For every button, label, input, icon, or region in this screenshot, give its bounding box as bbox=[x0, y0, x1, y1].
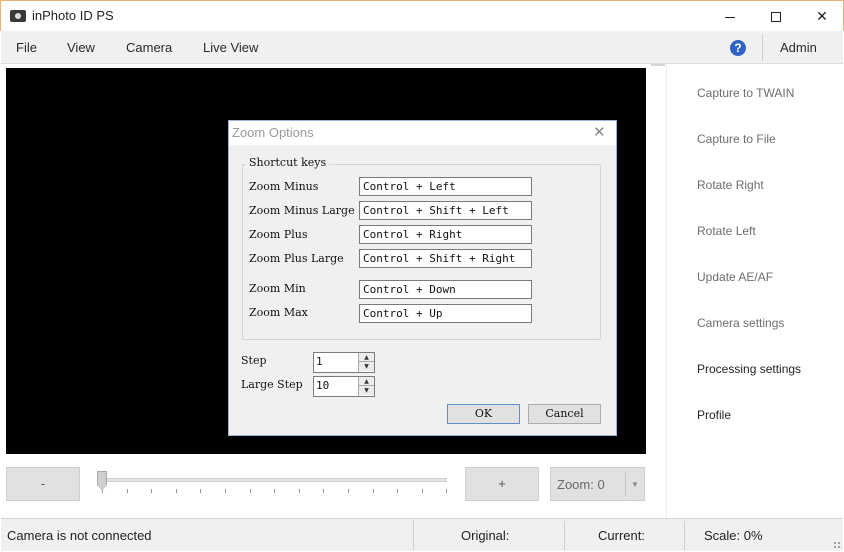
close-icon: ✕ bbox=[816, 8, 828, 24]
shortcut-label: Zoom Max bbox=[249, 306, 308, 319]
shortcut-label: Zoom Plus Large bbox=[249, 252, 344, 265]
update-ae-af-button[interactable]: Update AE/AF bbox=[697, 270, 773, 284]
shortcut-label: Zoom Minus Large bbox=[249, 204, 355, 217]
maximize-button[interactable] bbox=[753, 1, 799, 31]
status-divider bbox=[684, 521, 685, 550]
admin-menu[interactable]: Admin bbox=[780, 40, 817, 55]
original-size: Original: bbox=[461, 528, 510, 543]
current-size: Current: bbox=[598, 528, 645, 543]
zoom-options-dialog: Zoom Options ✕ Shortcut keys Zoom Minus … bbox=[228, 120, 617, 436]
zoom-in-button[interactable]: + bbox=[465, 467, 539, 501]
menu-bar: File View Camera Live View ? Admin bbox=[1, 31, 843, 64]
scrollbar[interactable] bbox=[651, 64, 665, 66]
title-bar: inPhoto ID PS ✕ bbox=[0, 0, 844, 31]
camera-app-icon bbox=[10, 10, 26, 22]
spin-up-icon[interactable]: ▲ bbox=[359, 353, 374, 362]
dialog-title: Zoom Options bbox=[232, 125, 314, 140]
step-spinner[interactable]: 1 ▲ ▼ bbox=[313, 352, 375, 373]
dialog-title-bar: Zoom Options ✕ bbox=[229, 121, 616, 145]
zoom-slider-thumb[interactable] bbox=[97, 471, 107, 491]
minimize-button[interactable] bbox=[707, 1, 753, 31]
capture-to-twain-button[interactable]: Capture to TWAIN bbox=[697, 86, 794, 100]
shortcut-label: Zoom Plus bbox=[249, 228, 308, 241]
menu-file[interactable]: File bbox=[16, 40, 37, 55]
large-step-spinner[interactable]: 10 ▲ ▼ bbox=[313, 376, 375, 397]
capture-to-file-button[interactable]: Capture to File bbox=[697, 132, 776, 146]
slider-tick bbox=[298, 489, 300, 493]
large-step-value: 10 bbox=[316, 379, 330, 392]
chevron-down-icon: ▼ bbox=[631, 480, 639, 489]
close-button[interactable]: ✕ bbox=[799, 1, 844, 31]
slider-tick bbox=[249, 489, 251, 493]
ok-button[interactable]: OK bbox=[447, 404, 520, 424]
spinner-buttons: ▲ ▼ bbox=[358, 353, 374, 372]
slider-tick bbox=[421, 489, 423, 493]
slider-tick bbox=[175, 489, 177, 493]
slider-tick bbox=[151, 489, 153, 493]
spin-up-icon[interactable]: ▲ bbox=[359, 377, 374, 386]
zoom-minus-field[interactable]: Control + Left bbox=[359, 177, 532, 196]
zoom-out-button[interactable]: - bbox=[6, 467, 80, 501]
shortcut-label: Zoom Minus bbox=[249, 180, 319, 193]
connection-status: Camera is not connected bbox=[7, 528, 152, 543]
zoom-minus-large-field[interactable]: Control + Shift + Left bbox=[359, 201, 532, 220]
menu-divider bbox=[762, 34, 763, 61]
zoom-value: Zoom: 0 bbox=[557, 477, 605, 492]
status-bar: Camera is not connected Original: Curren… bbox=[1, 518, 843, 551]
spinner-buttons: ▲ ▼ bbox=[358, 377, 374, 396]
slider-tick bbox=[126, 489, 128, 493]
maximize-icon bbox=[771, 12, 781, 23]
status-divider bbox=[413, 521, 414, 550]
camera-settings-button[interactable]: Camera settings bbox=[697, 316, 784, 330]
slider-tick bbox=[372, 489, 374, 493]
slider-tick bbox=[397, 489, 399, 493]
status-divider bbox=[564, 521, 565, 550]
zoom-max-field[interactable]: Control + Up bbox=[359, 304, 532, 323]
spin-down-icon[interactable]: ▼ bbox=[359, 386, 374, 395]
group-title: Shortcut keys bbox=[246, 156, 330, 169]
slider-tick bbox=[200, 489, 202, 493]
slider-tick bbox=[348, 489, 349, 493]
slider-tick bbox=[274, 489, 276, 493]
spin-down-icon[interactable]: ▼ bbox=[359, 362, 374, 371]
rotate-left-button[interactable]: Rotate Left bbox=[697, 224, 756, 238]
step-label: Step bbox=[241, 354, 267, 367]
large-step-label: Large Step bbox=[241, 378, 303, 391]
zoom-min-field[interactable]: Control + Down bbox=[359, 280, 532, 299]
processing-settings-button[interactable]: Processing settings bbox=[697, 362, 801, 376]
slider-tick bbox=[446, 489, 448, 493]
scale-value: Scale: 0% bbox=[704, 528, 763, 543]
profile-button[interactable]: Profile bbox=[697, 408, 731, 422]
menu-live-view[interactable]: Live View bbox=[203, 40, 258, 55]
step-value: 1 bbox=[316, 355, 323, 368]
shortcut-label: Zoom Min bbox=[249, 282, 306, 295]
action-panel: Capture to TWAIN Capture to File Rotate … bbox=[666, 64, 843, 518]
slider-tick bbox=[225, 489, 226, 493]
zoom-slider[interactable] bbox=[97, 478, 447, 482]
dialog-close-icon[interactable]: ✕ bbox=[593, 123, 606, 141]
window-title: inPhoto ID PS bbox=[32, 8, 114, 23]
menu-camera[interactable]: Camera bbox=[126, 40, 172, 55]
cancel-button[interactable]: Cancel bbox=[528, 404, 601, 424]
dropdown-divider bbox=[625, 473, 626, 497]
zoom-dropdown[interactable]: Zoom: 0 ▼ bbox=[550, 467, 645, 501]
slider-tick bbox=[323, 489, 325, 493]
minimize-icon bbox=[725, 16, 735, 18]
menu-view[interactable]: View bbox=[67, 40, 95, 55]
zoom-plus-field[interactable]: Control + Right bbox=[359, 225, 532, 244]
resize-grip-icon[interactable] bbox=[833, 541, 841, 549]
rotate-right-button[interactable]: Rotate Right bbox=[697, 178, 764, 192]
help-icon[interactable]: ? bbox=[730, 40, 746, 56]
zoom-plus-large-field[interactable]: Control + Shift + Right bbox=[359, 249, 532, 268]
